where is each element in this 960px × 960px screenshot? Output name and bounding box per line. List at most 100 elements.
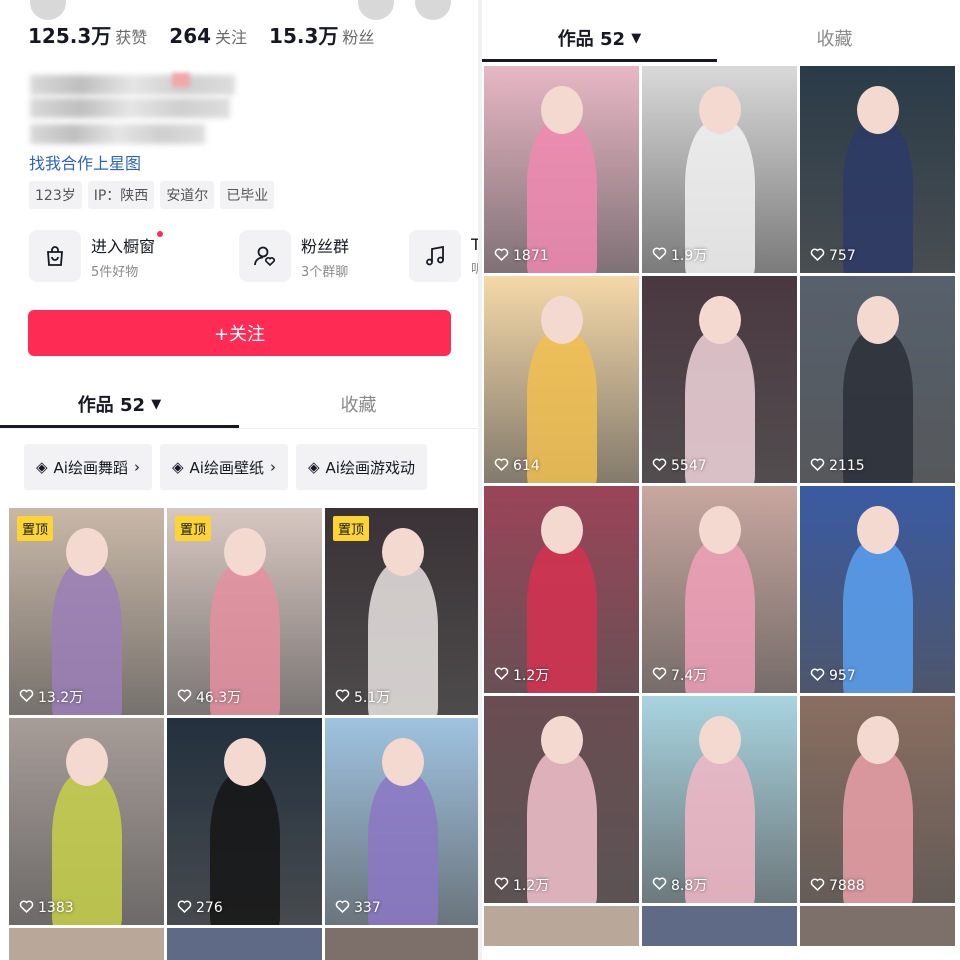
- video-thumbnail[interactable]: 7.4万: [642, 486, 797, 693]
- thumbnail-face: [540, 86, 583, 134]
- fans-group-icon: [239, 230, 291, 282]
- video-thumbnail[interactable]: 置顶 5.1万: [325, 508, 478, 715]
- heart-icon: [335, 688, 350, 706]
- video-thumbnail[interactable]: [167, 928, 322, 960]
- heart-icon: [494, 457, 509, 475]
- thumbnail-face: [381, 528, 424, 576]
- video-thumbnail[interactable]: [484, 906, 639, 946]
- profile-tabs: 作品 52 ▼ 收藏: [0, 380, 478, 428]
- video-thumbnail[interactable]: 276: [167, 718, 322, 925]
- like-count: 7888: [810, 877, 865, 895]
- followers-stat[interactable]: 15.3万 粉丝: [269, 20, 374, 49]
- back-button[interactable]: [30, 0, 66, 20]
- search-button[interactable]: [358, 0, 394, 20]
- heart-icon: [177, 899, 192, 917]
- like-count-text: 46.3万: [196, 690, 242, 706]
- video-thumbnail[interactable]: 1.2万: [484, 486, 639, 693]
- video-thumbnail[interactable]: 1.9万: [642, 66, 797, 273]
- like-count: 614: [494, 457, 540, 475]
- stack-icon: ◈: [307, 458, 320, 476]
- like-count: 46.3万: [177, 687, 241, 707]
- tab-works[interactable]: 作品 52 ▼: [0, 380, 239, 428]
- heart-icon: [19, 899, 34, 917]
- thumbnail-face: [856, 716, 899, 764]
- video-thumbnail[interactable]: 957: [800, 486, 955, 693]
- shop-window-entry[interactable]: 进入橱窗 5件好物: [29, 230, 219, 282]
- like-count-text: 7.4万: [671, 668, 708, 684]
- like-count-text: 337: [354, 900, 381, 916]
- thumbnail-face: [65, 528, 108, 576]
- like-count-text: 1383: [38, 900, 74, 916]
- tab-works-label: 作品 52: [557, 29, 626, 50]
- video-thumbnail[interactable]: 2115: [800, 276, 955, 483]
- likes-stat[interactable]: 125.3万 获赞: [28, 20, 147, 49]
- video-thumbnail[interactable]: 757: [800, 66, 955, 273]
- like-count: 957: [810, 667, 856, 685]
- fans-group-title: 粉丝群: [301, 236, 350, 256]
- following-count: 264: [169, 24, 212, 48]
- location-tag[interactable]: 安道尔: [160, 181, 215, 209]
- right-works-panel: 作品 52 ▼ 收藏 1871 1.9万 757 614 5547 2115 1.2万 7.4…: [482, 0, 960, 960]
- video-thumbnail[interactable]: [9, 928, 164, 960]
- collection-chip-label: Ai绘画游戏动: [325, 458, 415, 477]
- heart-icon: [494, 247, 509, 265]
- video-thumbnail[interactable]: 1383: [9, 718, 164, 925]
- left-profile-panel: 125.3万 获赞 264 关注 15.3万 粉丝 找我合作上星图 123岁 IP：陕…: [0, 0, 478, 960]
- like-count-text: 1.2万: [513, 668, 550, 684]
- heart-icon: [810, 667, 825, 685]
- like-count: 1871: [494, 247, 549, 265]
- fans-group-entry[interactable]: 粉丝群 3个群聊: [239, 230, 389, 282]
- heart-icon: [652, 876, 667, 894]
- video-thumbnail[interactable]: 614: [484, 276, 639, 483]
- cooperation-link[interactable]: 找我合作上星图: [29, 150, 141, 174]
- profile-shortcuts: 进入橱窗 5件好物 粉丝群 3个群聊 Ta 听: [29, 230, 478, 282]
- more-button[interactable]: [415, 0, 451, 20]
- like-count-text: 7888: [829, 878, 865, 894]
- thumbnail-face: [540, 296, 583, 344]
- thumbnail-face: [540, 716, 583, 764]
- stack-icon: ◈: [36, 458, 48, 476]
- tab-works[interactable]: 作品 52 ▼: [482, 14, 717, 62]
- music-entry[interactable]: Ta 听: [409, 230, 478, 282]
- follow-button[interactable]: +关注: [28, 310, 451, 356]
- video-thumbnail[interactable]: [800, 906, 955, 946]
- video-thumbnail[interactable]: 置顶 13.2万: [9, 508, 164, 715]
- chevron-right-icon: ›: [133, 458, 140, 476]
- thumbnail-face: [223, 528, 266, 576]
- profile-tabs: 作品 52 ▼ 收藏: [482, 14, 952, 62]
- like-count: 1.9万: [652, 245, 707, 265]
- collection-chip-label: Ai绘画舞蹈: [53, 458, 128, 477]
- tab-favorites[interactable]: 收藏: [239, 380, 478, 428]
- video-thumbnail[interactable]: 337: [325, 718, 478, 925]
- thumbnail-face: [698, 86, 741, 134]
- like-count: 1383: [19, 899, 74, 917]
- video-thumbnail[interactable]: 8.8万: [642, 696, 797, 903]
- collection-chips: ◈ Ai绘画舞蹈 › ◈ Ai绘画壁纸 › ◈ Ai绘画游戏动: [24, 444, 427, 490]
- likes-label: 获赞: [115, 28, 148, 47]
- like-count-text: 1871: [513, 248, 549, 264]
- school-tag[interactable]: 已毕业: [220, 181, 275, 209]
- collection-chip[interactable]: ◈ Ai绘画游戏动: [295, 444, 427, 490]
- thumbnail-face: [856, 296, 899, 344]
- works-grid: 1871 1.9万 757 614 5547 2115 1.2万 7.4万 957 1.2万 8.8…: [484, 66, 955, 946]
- video-thumbnail[interactable]: 7888: [800, 696, 955, 903]
- video-thumbnail[interactable]: [642, 906, 797, 946]
- like-count-text: 276: [196, 900, 223, 916]
- like-count: 5.1万: [335, 687, 390, 707]
- music-note-icon: [409, 230, 461, 282]
- stack-icon: ◈: [171, 458, 184, 476]
- video-thumbnail[interactable]: 1.2万: [484, 696, 639, 903]
- video-thumbnail[interactable]: 1871: [484, 66, 639, 273]
- like-count: 1.2万: [494, 665, 549, 685]
- video-thumbnail[interactable]: 5547: [642, 276, 797, 483]
- following-stat[interactable]: 264 关注: [169, 24, 247, 48]
- like-count-text: 5.1万: [354, 690, 391, 706]
- tab-favorites[interactable]: 收藏: [717, 14, 952, 62]
- collection-chip[interactable]: ◈ Ai绘画舞蹈 ›: [24, 444, 152, 490]
- collection-chip[interactable]: ◈ Ai绘画壁纸 ›: [159, 444, 288, 490]
- shopping-bag-icon: [29, 230, 81, 282]
- video-thumbnail[interactable]: 置顶 46.3万: [167, 508, 322, 715]
- heart-icon: [652, 457, 667, 475]
- thumbnail-face: [65, 738, 108, 786]
- video-thumbnail[interactable]: [325, 928, 478, 960]
